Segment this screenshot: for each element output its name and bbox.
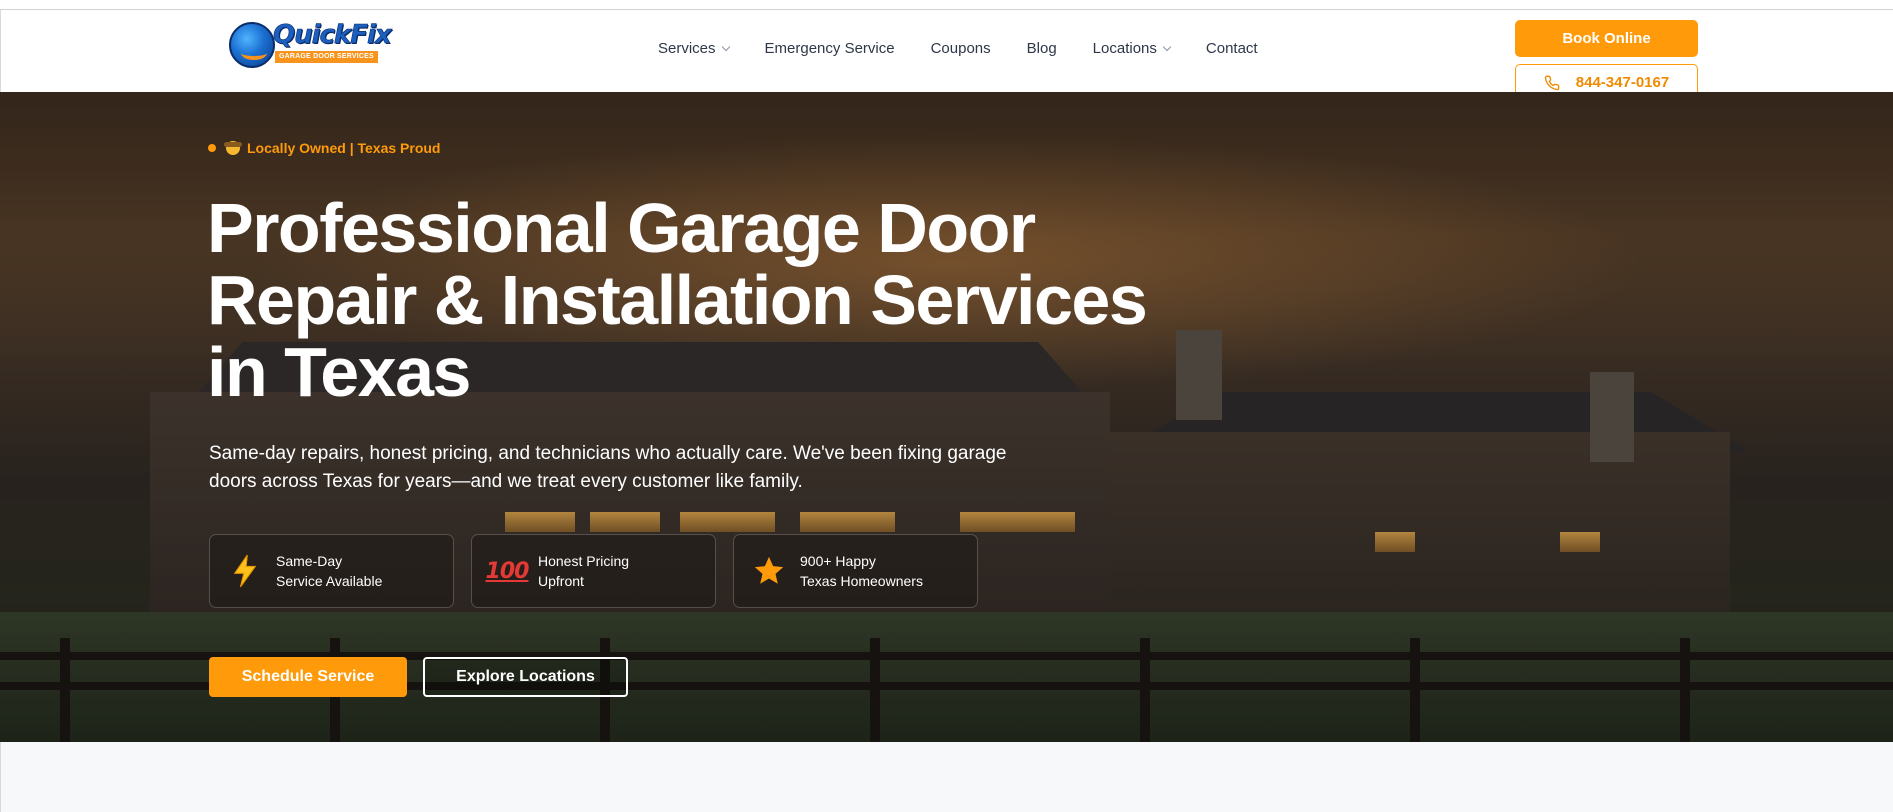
feature-cards: Same-Day Service Available 100 Honest Pr… (209, 534, 995, 608)
feature-line: Honest Pricing (538, 553, 630, 569)
feature-card-same-day: Same-Day Service Available (209, 534, 454, 608)
hero-background-fence-post (1140, 638, 1150, 742)
nav-label: Contact (1205, 40, 1258, 57)
headline-line: Repair & Installation Services (207, 261, 1148, 339)
feature-line: Texas Homeowners (800, 573, 923, 589)
phone-number: 844-347-0167 (1575, 74, 1670, 91)
logo-tagline: GARAGE DOOR SERVICES (275, 51, 378, 63)
hero-background-window (800, 512, 895, 532)
nav-label: Blog (1026, 40, 1057, 57)
site-header: QuickFix GARAGE DOOR SERVICES Services E… (0, 10, 1893, 101)
hero-background-fence-post (870, 638, 880, 742)
feature-line: Upfront (538, 573, 584, 589)
hero-background-window (505, 512, 575, 532)
hero-background-window (1560, 532, 1600, 552)
nav-item-emergency-service[interactable]: Emergency Service (765, 40, 895, 57)
headline-line: Professional Garage Door (207, 189, 1036, 267)
hero-background-window (680, 512, 775, 532)
logo-wordmark: QuickFix (273, 20, 392, 51)
chevron-down-icon (1162, 42, 1172, 52)
explore-locations-button[interactable]: Explore Locations (423, 657, 628, 697)
main-nav: Services Emergency Service Coupons Blog … (658, 40, 1294, 57)
next-section (0, 742, 1893, 812)
nav-label: Coupons (930, 40, 991, 57)
hero-background-chimney (1590, 372, 1634, 462)
locally-owned-badge: Locally Owned | Texas Proud (208, 140, 440, 156)
badge-text: Locally Owned | Texas Proud (247, 140, 441, 156)
nav-item-coupons[interactable]: Coupons (931, 40, 991, 57)
hero-background-window (590, 512, 660, 532)
hero-background-house-right (1110, 432, 1730, 622)
hundred-points-icon: 100 (485, 558, 530, 584)
feature-line: 900+ Happy (800, 553, 876, 569)
nav-item-blog[interactable]: Blog (1027, 40, 1057, 57)
hero-subtext: Same-day repairs, honest pricing, and te… (209, 443, 1007, 492)
feature-card-happy-homeowners: 900+ Happy Texas Homeowners (733, 534, 978, 608)
book-online-button[interactable]: Book Online (1515, 20, 1698, 57)
feature-line: Service Available (276, 573, 383, 589)
feature-card-honest-pricing: 100 Honest Pricing Upfront (471, 534, 716, 608)
hero-background-fence-post (60, 638, 70, 742)
browser-top-edge (0, 0, 1893, 10)
nav-item-services[interactable]: Services (658, 40, 730, 57)
quickfix-logo[interactable]: QuickFix GARAGE DOOR SERVICES (229, 20, 392, 70)
logo-emblem-icon (229, 22, 275, 68)
hero-section: Locally Owned | Texas Proud Professional… (0, 92, 1893, 742)
hero-headline: Professional Garage Door Repair & Instal… (207, 192, 1207, 408)
star-icon (752, 554, 786, 588)
lightning-icon (228, 554, 262, 588)
schedule-service-button[interactable]: Schedule Service (209, 657, 407, 697)
badge-dot-icon (208, 144, 216, 152)
nav-label: Locations (1092, 40, 1157, 57)
nav-label: Services (658, 40, 716, 57)
hero-background-fence-post (1680, 638, 1690, 742)
hero-cta-row: Schedule Service Explore Locations (209, 657, 628, 697)
hero-background-window (1375, 532, 1415, 552)
nav-item-contact[interactable]: Contact (1206, 40, 1258, 57)
feature-line: Same-Day (276, 553, 343, 569)
nav-label: Emergency Service (764, 40, 895, 57)
nav-item-locations[interactable]: Locations (1092, 40, 1172, 57)
headline-line: in Texas (207, 333, 471, 411)
chevron-down-icon (721, 42, 730, 52)
hero-background-window (960, 512, 1075, 532)
cowboy-hat-face-icon (224, 141, 242, 155)
hero-background-fence-post (1410, 638, 1420, 742)
phone-icon (1544, 75, 1560, 90)
